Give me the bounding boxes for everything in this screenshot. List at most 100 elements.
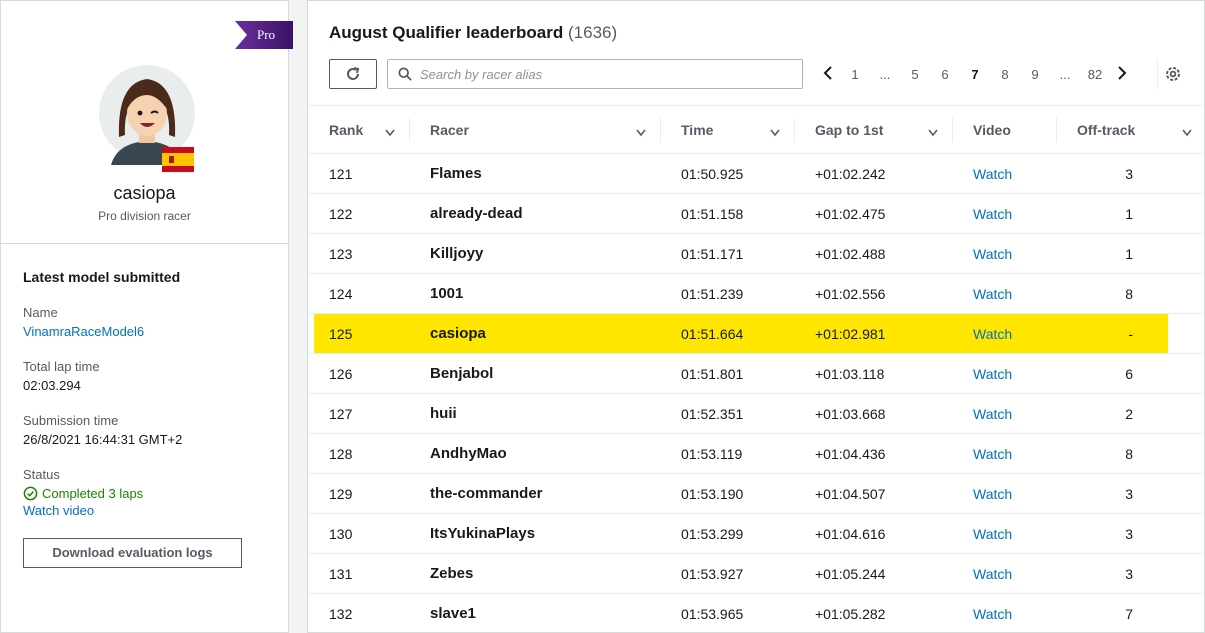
table-row: 127 huii 01:52.351 +01:03.668 Watch 2 xyxy=(308,393,1204,434)
watch-link[interactable]: Watch xyxy=(973,166,1012,182)
download-logs-button[interactable]: Download evaluation logs xyxy=(23,538,242,568)
check-circle-icon xyxy=(23,486,38,501)
offtrack-cell: 1 xyxy=(1056,193,1204,234)
video-cell: Watch xyxy=(952,393,1056,434)
search-field xyxy=(387,59,803,89)
page-ellipsis: ... xyxy=(879,66,891,82)
rank-cell: 127 xyxy=(308,393,409,434)
rank-cell: 121 xyxy=(308,153,409,194)
search-icon xyxy=(398,67,412,81)
table-row: 130 ItsYukinaPlays 01:53.299 +01:04.616 Watc… xyxy=(308,513,1204,554)
column-header-gap[interactable]: Gap to 1st xyxy=(794,105,952,154)
submission-time-value: 26/8/2021 16:44:31 GMT+2 xyxy=(23,432,183,447)
gap-cell: +01:02.242 xyxy=(794,153,952,194)
leaderboard-panel: August Qualifier leaderboard (1636) 1 ..… xyxy=(307,0,1205,633)
time-cell: 01:53.190 xyxy=(660,473,794,514)
rank-cell: 122 xyxy=(308,193,409,234)
table-row: 121 Flames 01:50.925 +01:02.242 Watch 3 xyxy=(308,153,1204,194)
offtrack-cell: - xyxy=(1056,313,1204,354)
gap-cell: +01:02.981 xyxy=(794,313,952,354)
sort-caret-icon[interactable] xyxy=(385,124,395,140)
refresh-button[interactable] xyxy=(329,59,377,89)
gap-cell: +01:02.556 xyxy=(794,273,952,314)
lap-time-value: 02:03.294 xyxy=(23,378,81,393)
page-link[interactable]: 6 xyxy=(930,67,960,82)
rank-cell: 131 xyxy=(308,553,409,594)
racer-division: Pro division racer xyxy=(98,209,191,223)
pagination: 1 ... 5 6 7 8 9 ... 82 xyxy=(816,59,1134,89)
status-label: Status xyxy=(23,467,60,482)
time-cell: 01:53.119 xyxy=(660,433,794,474)
racer-cell: Zebes xyxy=(409,553,660,594)
sort-caret-icon[interactable] xyxy=(1182,124,1192,140)
watch-link[interactable]: Watch xyxy=(973,486,1012,502)
watch-link[interactable]: Watch xyxy=(973,326,1012,342)
watch-link[interactable]: Watch xyxy=(973,286,1012,302)
table-row: 123 Killjoyy 01:51.171 +01:02.488 Watch 1 xyxy=(308,233,1204,274)
offtrack-cell: 1 xyxy=(1056,233,1204,274)
gap-cell: +01:03.118 xyxy=(794,353,952,394)
rank-cell: 123 xyxy=(308,233,409,274)
gap-cell: +01:04.616 xyxy=(794,513,952,554)
column-header-offtrack[interactable]: Off-track xyxy=(1056,105,1204,154)
racer-cell: huii xyxy=(409,393,660,434)
watch-link[interactable]: Watch xyxy=(973,606,1012,622)
time-cell: 01:53.965 xyxy=(660,593,794,632)
offtrack-cell: 2 xyxy=(1056,393,1204,434)
gap-cell: +01:05.282 xyxy=(794,593,952,632)
gap-cell: +01:04.507 xyxy=(794,473,952,514)
watch-link[interactable]: Watch xyxy=(973,406,1012,422)
page-link[interactable]: 5 xyxy=(900,67,930,82)
table-row: 128 AndhyMao 01:53.119 +01:04.436 Watch 8 xyxy=(308,433,1204,474)
watch-link[interactable]: Watch xyxy=(973,526,1012,542)
watch-link[interactable]: Watch xyxy=(973,206,1012,222)
column-header-racer[interactable]: Racer xyxy=(409,105,660,154)
chevron-right-icon[interactable] xyxy=(1110,65,1134,83)
watch-link[interactable]: Watch xyxy=(973,566,1012,582)
page-link[interactable]: 8 xyxy=(990,67,1020,82)
sort-caret-icon[interactable] xyxy=(636,124,646,140)
table-row: 122 already-dead 01:51.158 +01:02.475 Watch 1 xyxy=(308,193,1204,234)
offtrack-cell: 3 xyxy=(1056,553,1204,594)
leaderboard-table: Rank Racer Time Gap to 1st Video Off-tra… xyxy=(308,105,1204,632)
time-cell: 01:53.927 xyxy=(660,553,794,594)
watch-video-link[interactable]: Watch video xyxy=(23,503,266,518)
sort-caret-icon[interactable] xyxy=(928,124,938,140)
video-cell: Watch xyxy=(952,553,1056,594)
page-link[interactable]: 82 xyxy=(1080,67,1110,82)
table-row: 126 Benjabol 01:51.801 +01:03.118 Watch 6 xyxy=(308,353,1204,394)
time-cell: 01:50.925 xyxy=(660,153,794,194)
video-cell: Watch xyxy=(952,233,1056,274)
settings-button[interactable] xyxy=(1157,59,1187,89)
table-row: 129 the-commander 01:53.190 +01:04.507 Watch… xyxy=(308,473,1204,514)
racer-cell: 1001 xyxy=(409,273,660,314)
table-row-current-racer: 125 casiopa 01:51.664 +01:02.981 Watch - xyxy=(308,313,1204,354)
sort-caret-icon[interactable] xyxy=(770,124,780,140)
pro-badge: Pro xyxy=(235,21,293,49)
offtrack-cell: 8 xyxy=(1056,433,1204,474)
watch-link[interactable]: Watch xyxy=(973,446,1012,462)
gap-cell: +01:04.436 xyxy=(794,433,952,474)
table-row: 124 1001 01:51.239 +01:02.556 Watch 8 xyxy=(308,273,1204,314)
search-input[interactable] xyxy=(420,66,780,82)
watch-link[interactable]: Watch xyxy=(973,366,1012,382)
table-row: 131 Zebes 01:53.927 +01:05.244 Watch 3 xyxy=(308,553,1204,594)
chevron-left-icon[interactable] xyxy=(816,65,840,83)
racer-cell: AndhyMao xyxy=(409,433,660,474)
video-cell: Watch xyxy=(952,273,1056,314)
column-header-time[interactable]: Time xyxy=(660,105,794,154)
page-link[interactable]: 1 xyxy=(840,67,870,82)
leaderboard-title: August Qualifier leaderboard xyxy=(329,23,564,42)
page-link-current[interactable]: 7 xyxy=(960,67,990,82)
rank-cell: 124 xyxy=(308,273,409,314)
rank-cell: 125 xyxy=(308,313,409,354)
page-ellipsis: ... xyxy=(1059,66,1071,82)
watch-link[interactable]: Watch xyxy=(973,246,1012,262)
page-link[interactable]: 9 xyxy=(1020,67,1050,82)
video-cell: Watch xyxy=(952,473,1056,514)
racer-cell: slave1 xyxy=(409,593,660,632)
racer-username: casiopa xyxy=(113,183,176,203)
model-name-link[interactable]: VinamraRaceModel6 xyxy=(23,324,266,339)
column-header-rank[interactable]: Rank xyxy=(308,105,409,154)
offtrack-cell: 8 xyxy=(1056,273,1204,314)
